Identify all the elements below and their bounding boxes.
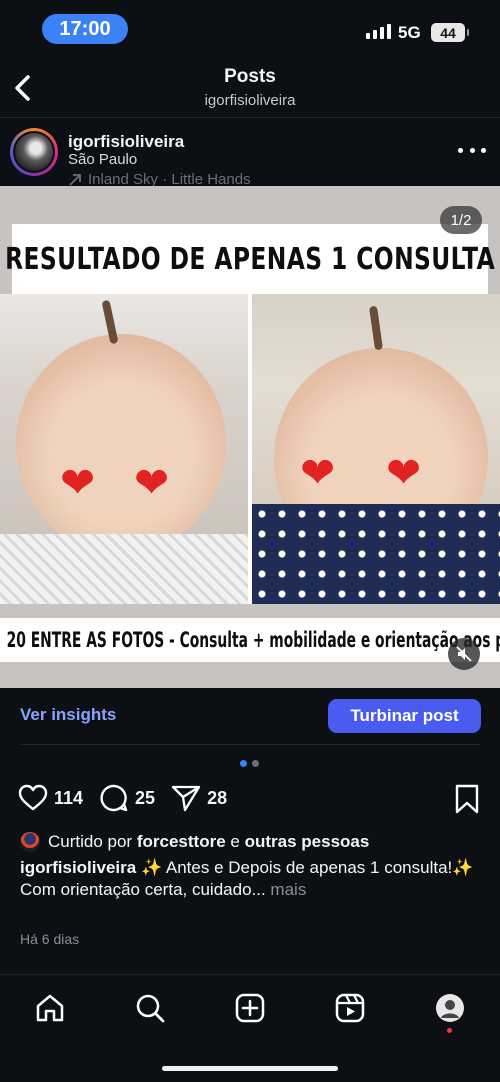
caption-line2: Com orientação certa, cuidado...	[20, 880, 266, 899]
reels-icon	[335, 993, 365, 1023]
author-avatar[interactable]	[10, 128, 58, 176]
nav-reels[interactable]	[332, 990, 368, 1026]
after-photo: ❤ ❤	[252, 294, 500, 604]
speaker-muted-icon	[456, 646, 472, 662]
page-subtitle: igorfisioliveira	[204, 92, 296, 109]
baby-face-left	[16, 334, 226, 554]
like-button[interactable]: 114	[18, 784, 83, 812]
plus-square-icon	[235, 993, 265, 1023]
bottom-nav	[0, 988, 500, 1028]
bookmark-icon	[455, 784, 479, 814]
likes-count: 114	[54, 787, 84, 808]
arrow-up-right-icon	[69, 173, 81, 186]
before-photo: ❤ ❤	[0, 294, 248, 604]
more-dot-icon	[458, 147, 463, 153]
profile-notification-dot	[447, 1028, 452, 1033]
comments-count: 25	[135, 787, 156, 808]
post-media[interactable]: ❤ ❤ ❤ ❤ RESULTADO DE APENAS 1 CONSULTA 2…	[0, 186, 500, 688]
share-button[interactable]: 28	[171, 784, 227, 812]
post-timestamp: Há 6 dias	[20, 931, 80, 947]
nav-create[interactable]	[232, 990, 268, 1026]
home-indicator	[162, 1066, 338, 1071]
shares-count: 28	[207, 787, 228, 808]
image-title: RESULTADO DE APENAS 1 CONSULTA	[4, 241, 496, 277]
status-time: 17:00	[42, 14, 128, 44]
author-username[interactable]: igorfisioliveira	[68, 132, 184, 152]
status-bar: 17:00 5G 44	[0, 0, 500, 56]
caption-more-link[interactable]: mais	[270, 880, 306, 899]
heart-icon: ❤	[386, 449, 422, 496]
send-icon	[171, 785, 201, 812]
image-title-banner: RESULTADO DE APENAS 1 CONSULTA	[5, 224, 495, 294]
liker-username[interactable]: forcesttore	[137, 832, 226, 851]
nav-search[interactable]	[132, 990, 168, 1026]
top-header: Posts igorfisioliveira	[0, 60, 500, 116]
header-divider	[0, 117, 500, 118]
caption-username[interactable]: igorfisioliveira	[20, 858, 136, 877]
boost-post-button[interactable]: Turbinar post	[328, 699, 481, 733]
heart-outline-icon	[18, 784, 48, 811]
page-title: Posts	[224, 66, 276, 87]
comment-button[interactable]: 25	[99, 783, 155, 813]
heart-icon: ❤	[134, 459, 170, 506]
clothing	[252, 504, 500, 604]
clothing	[0, 534, 248, 604]
carousel-dot	[252, 760, 259, 767]
view-insights-link[interactable]: Ver insights	[20, 705, 116, 725]
heart-icon: ❤	[300, 449, 336, 496]
nav-profile[interactable]	[432, 990, 468, 1026]
carousel-counter: 1/2	[440, 206, 482, 234]
signal-icon	[366, 24, 391, 39]
battery-icon: 44	[431, 23, 469, 42]
caption-text: ✨ Antes e Depois de apenas 1 consulta!✨	[140, 858, 474, 877]
liked-by[interactable]: Curtido por forcesttore e outras pessoas	[20, 832, 369, 852]
post-actions: 114 25 28	[18, 782, 243, 814]
save-button[interactable]	[453, 784, 481, 814]
liked-others[interactable]: outras pessoas	[245, 832, 370, 851]
carousel-dot-active	[240, 760, 247, 767]
search-icon	[136, 994, 165, 1023]
post-location[interactable]: São Paulo	[68, 151, 137, 168]
mute-button[interactable]	[448, 638, 480, 670]
network-type: 5G	[398, 23, 421, 42]
profile-avatar-icon	[436, 994, 464, 1022]
liker-avatar	[20, 832, 40, 852]
home-icon	[36, 994, 64, 1022]
carousel-dots	[240, 760, 259, 767]
more-options-button[interactable]	[458, 140, 486, 160]
avatar-image	[15, 133, 53, 171]
nav-home[interactable]	[32, 990, 68, 1026]
heart-icon: ❤	[60, 459, 96, 506]
image-caption: 20 ENTRE AS FOTOS - Consulta + mobilidad…	[6, 628, 500, 652]
post-caption: igorfisioliveira ✨ Antes e Depois de ape…	[20, 857, 480, 901]
image-caption-banner: 20 ENTRE AS FOTOS - Consulta + mobilidad…	[0, 618, 500, 662]
comment-icon	[100, 784, 128, 812]
